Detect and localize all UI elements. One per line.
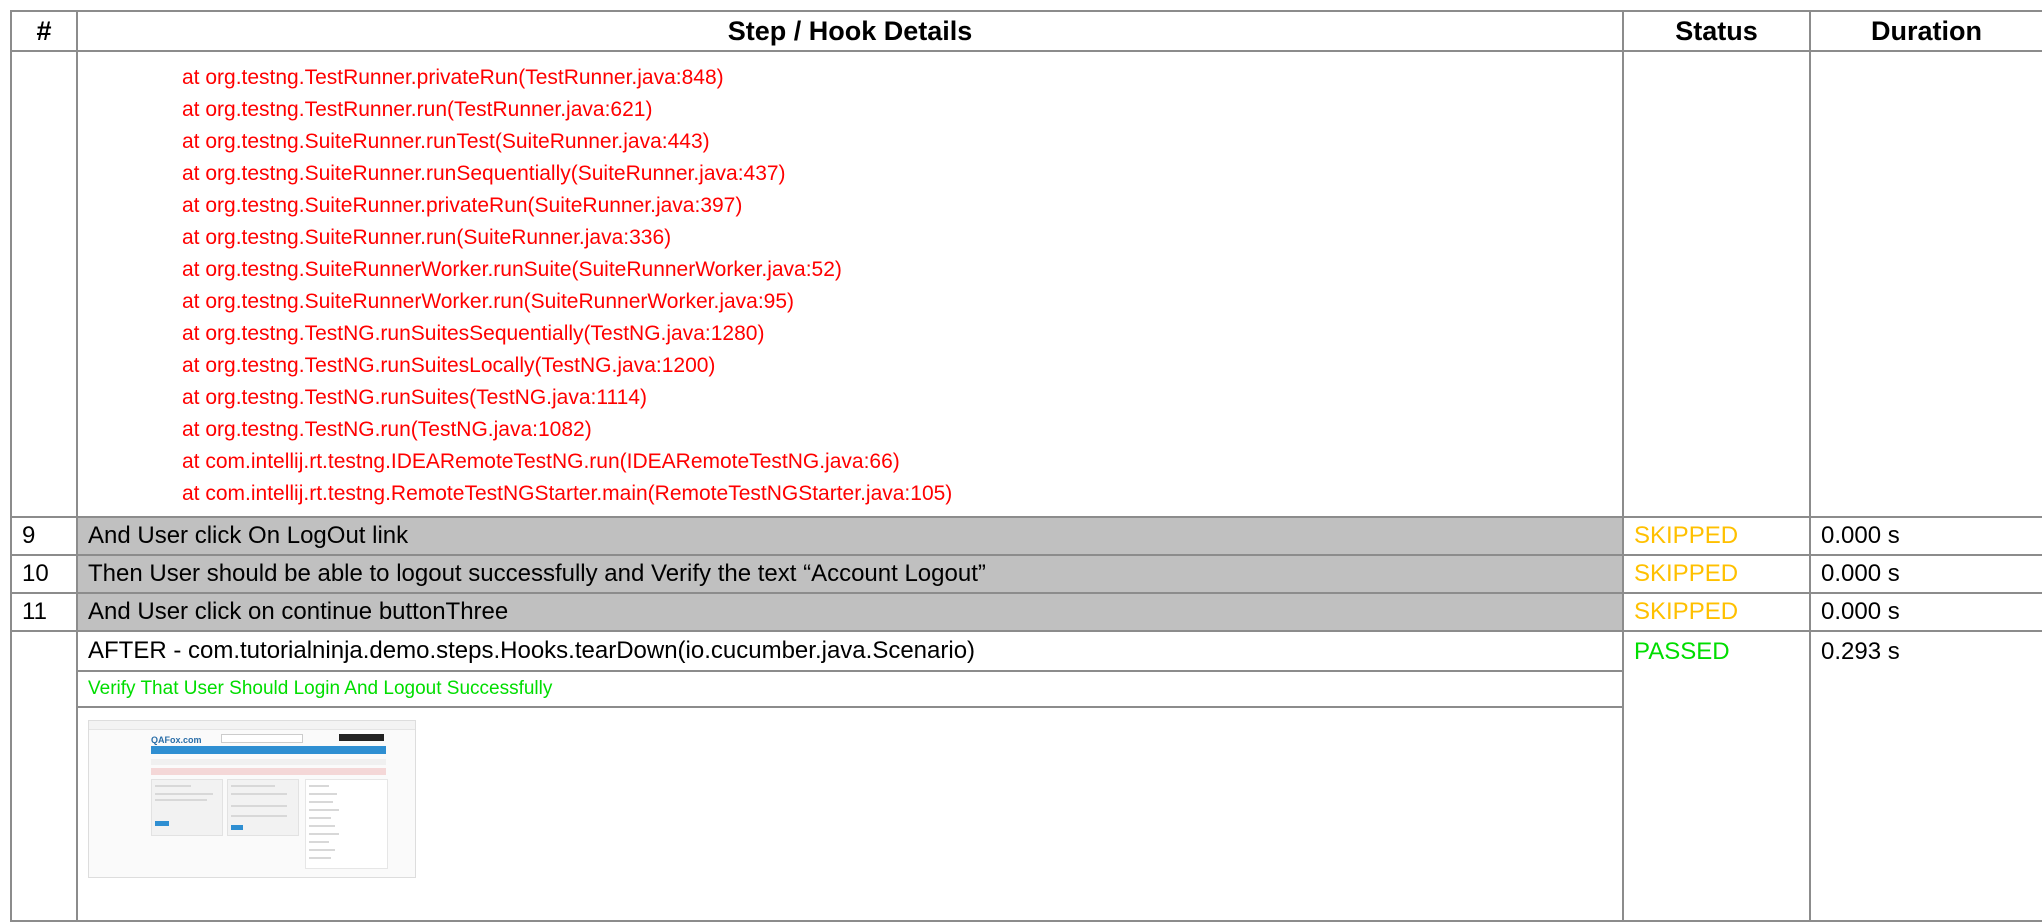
stack-line: at org.testng.TestRunner.run(TestRunner.… — [182, 98, 653, 121]
stack-line: at org.testng.SuiteRunnerWorker.runSuite… — [182, 258, 842, 281]
hook-title: AFTER - com.tutorialninja.demo.steps.Hoo… — [78, 632, 1622, 672]
screenshot-logo: QAFox.com — [151, 735, 202, 745]
hook-duration: 0.293 s — [1809, 630, 2042, 922]
stacktrace-duration-cell — [1809, 50, 2042, 518]
header-duration: Duration — [1809, 10, 2042, 52]
status-badge: SKIPPED — [1622, 554, 1811, 594]
stacktrace-cell: at org.testng.TestRunner.privateRun(Test… — [76, 50, 1624, 518]
hook-num-cell — [10, 630, 78, 922]
step-duration: 0.000 s — [1809, 592, 2042, 632]
stack-line: at org.testng.TestNG.runSuitesLocally(Te… — [182, 354, 716, 377]
stack-line: at org.testng.TestNG.runSuites(TestNG.ja… — [182, 386, 647, 409]
stack-line: at org.testng.SuiteRunner.privateRun(Sui… — [182, 194, 743, 217]
stacktrace-num-cell — [10, 50, 78, 518]
step-row: 10 Then User should be able to logout su… — [10, 554, 2042, 594]
header-num: # — [10, 10, 78, 52]
status-badge: SKIPPED — [1622, 592, 1811, 632]
screenshot-thumbnail[interactable]: QAFox.com — [88, 720, 416, 878]
status-badge: PASSED — [1622, 630, 1811, 922]
stack-line: at org.testng.TestNG.run(TestNG.java:108… — [182, 418, 592, 441]
stacktrace: at org.testng.TestRunner.privateRun(Test… — [78, 52, 1622, 516]
header-status: Status — [1622, 10, 1811, 52]
step-num: 11 — [10, 592, 78, 632]
step-text: And User click on continue buttonThree — [76, 592, 1624, 632]
screenshot-container: QAFox.com — [78, 708, 1622, 920]
step-row: 11 And User click on continue buttonThre… — [10, 592, 2042, 632]
stack-line: at org.testng.SuiteRunner.run(SuiteRunne… — [182, 226, 672, 249]
scenario-name: Verify That User Should Login And Logout… — [78, 672, 1622, 708]
status-badge: SKIPPED — [1622, 516, 1811, 556]
stack-line: at org.testng.SuiteRunnerWorker.run(Suit… — [182, 290, 795, 313]
stack-line: at org.testng.TestRunner.privateRun(Test… — [182, 66, 724, 89]
stacktrace-status-cell — [1622, 50, 1811, 518]
header-row: # Step / Hook Details Status Duration — [10, 10, 2042, 52]
stack-line: at org.testng.SuiteRunner.runSequentiall… — [182, 162, 786, 185]
header-details: Step / Hook Details — [76, 10, 1624, 52]
stack-line: at org.testng.SuiteRunner.runTest(SuiteR… — [182, 130, 710, 153]
step-num: 10 — [10, 554, 78, 594]
hook-cell: AFTER - com.tutorialninja.demo.steps.Hoo… — [76, 630, 1624, 922]
step-duration: 0.000 s — [1809, 516, 2042, 556]
step-text: And User click On LogOut link — [76, 516, 1624, 556]
report-table: # Step / Hook Details Status Duration at… — [10, 10, 2042, 922]
stack-line: at org.testng.TestNG.runSuitesSequential… — [182, 322, 765, 345]
hook-row: AFTER - com.tutorialninja.demo.steps.Hoo… — [10, 630, 2042, 922]
step-num: 9 — [10, 516, 78, 556]
stack-line: at com.intellij.rt.testng.IDEARemoteTest… — [182, 450, 900, 473]
stacktrace-row: at org.testng.TestRunner.privateRun(Test… — [10, 50, 2042, 518]
step-row: 9 And User click On LogOut link SKIPPED … — [10, 516, 2042, 556]
stack-line: at com.intellij.rt.testng.RemoteTestNGSt… — [182, 482, 953, 505]
step-duration: 0.000 s — [1809, 554, 2042, 594]
step-text: Then User should be able to logout succe… — [76, 554, 1624, 594]
